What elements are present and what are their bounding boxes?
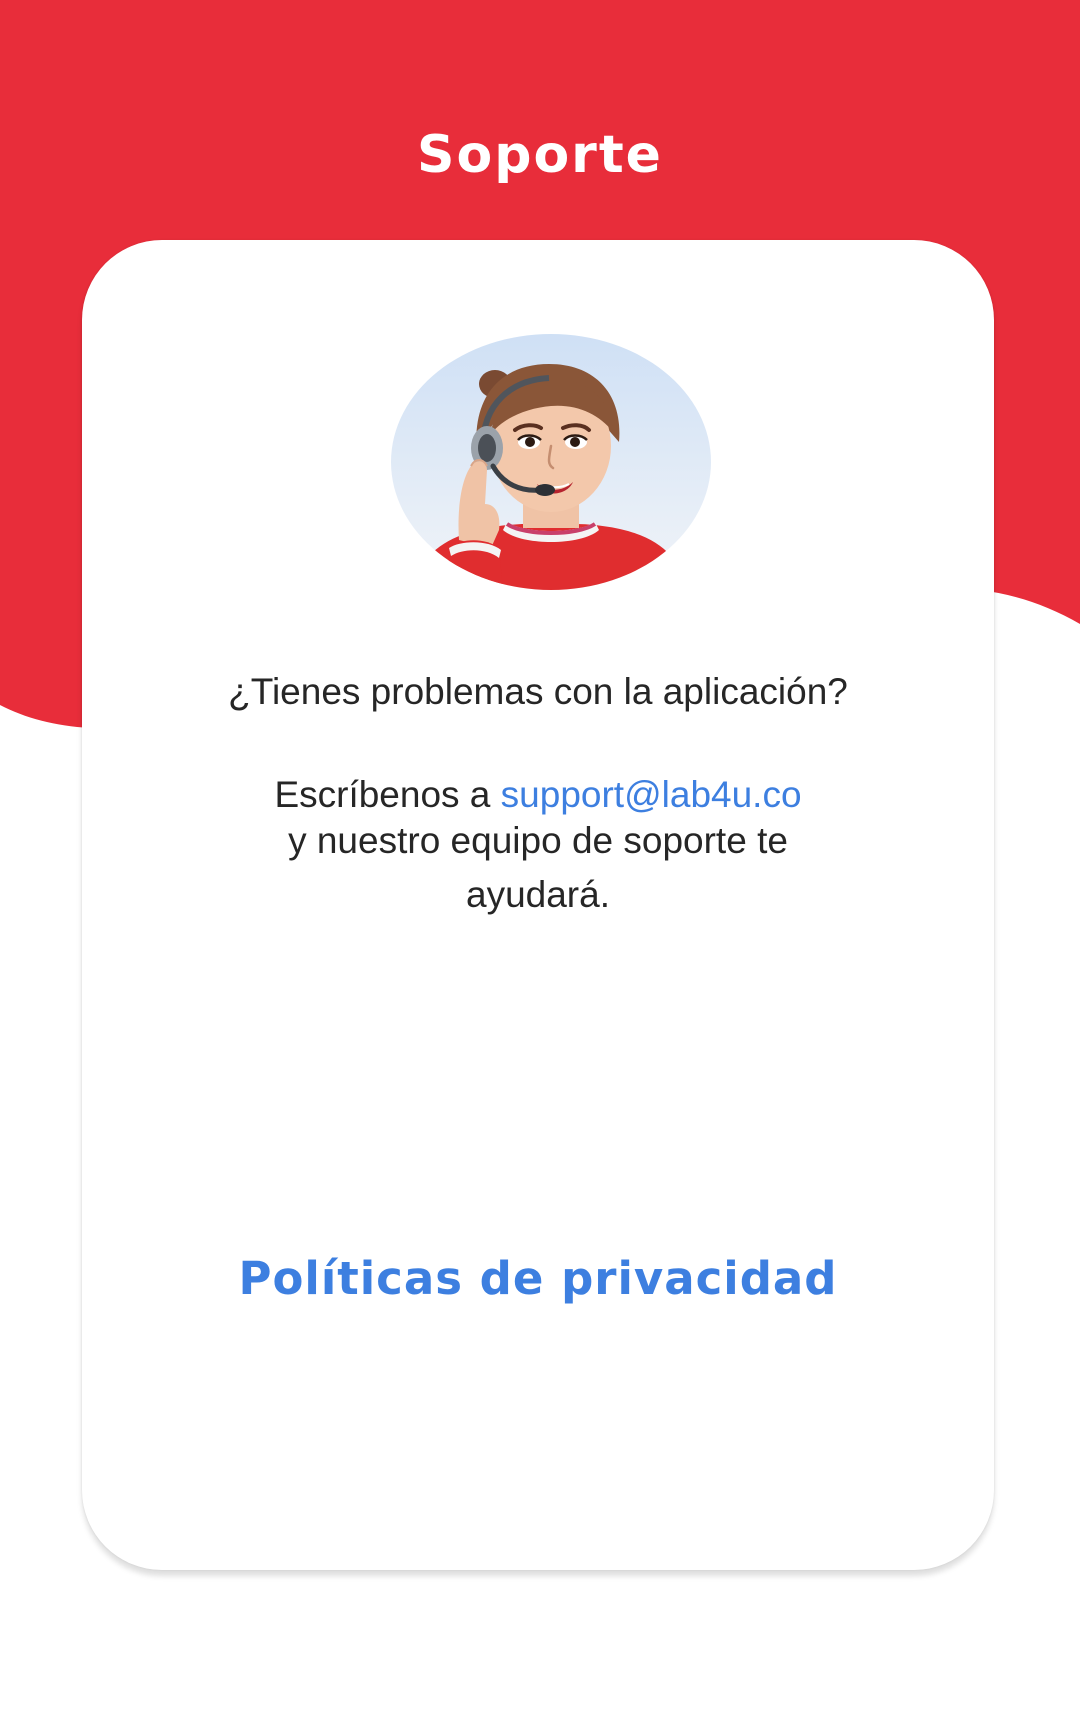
support-email-link[interactable]: support@lab4u.co [501,774,802,815]
support-message-line-1: Escríbenos a support@lab4u.co [142,772,934,818]
support-message-line-3: ayudará. [466,874,610,915]
support-card: ¿Tienes problemas con la aplicación? Esc… [82,240,994,1570]
support-message-line-2: y nuestro equipo de soporte te [288,820,788,861]
write-prefix-text: Escríbenos a [274,774,491,815]
support-agent-avatar-icon [391,334,711,590]
support-question: ¿Tienes problemas con la aplicación? [228,671,848,712]
privacy-policy-link[interactable]: Políticas de privacidad [82,1252,994,1305]
support-message: Escríbenos a support@lab4u.co y nuestro … [142,772,934,918]
page-title: Soporte [417,125,663,185]
